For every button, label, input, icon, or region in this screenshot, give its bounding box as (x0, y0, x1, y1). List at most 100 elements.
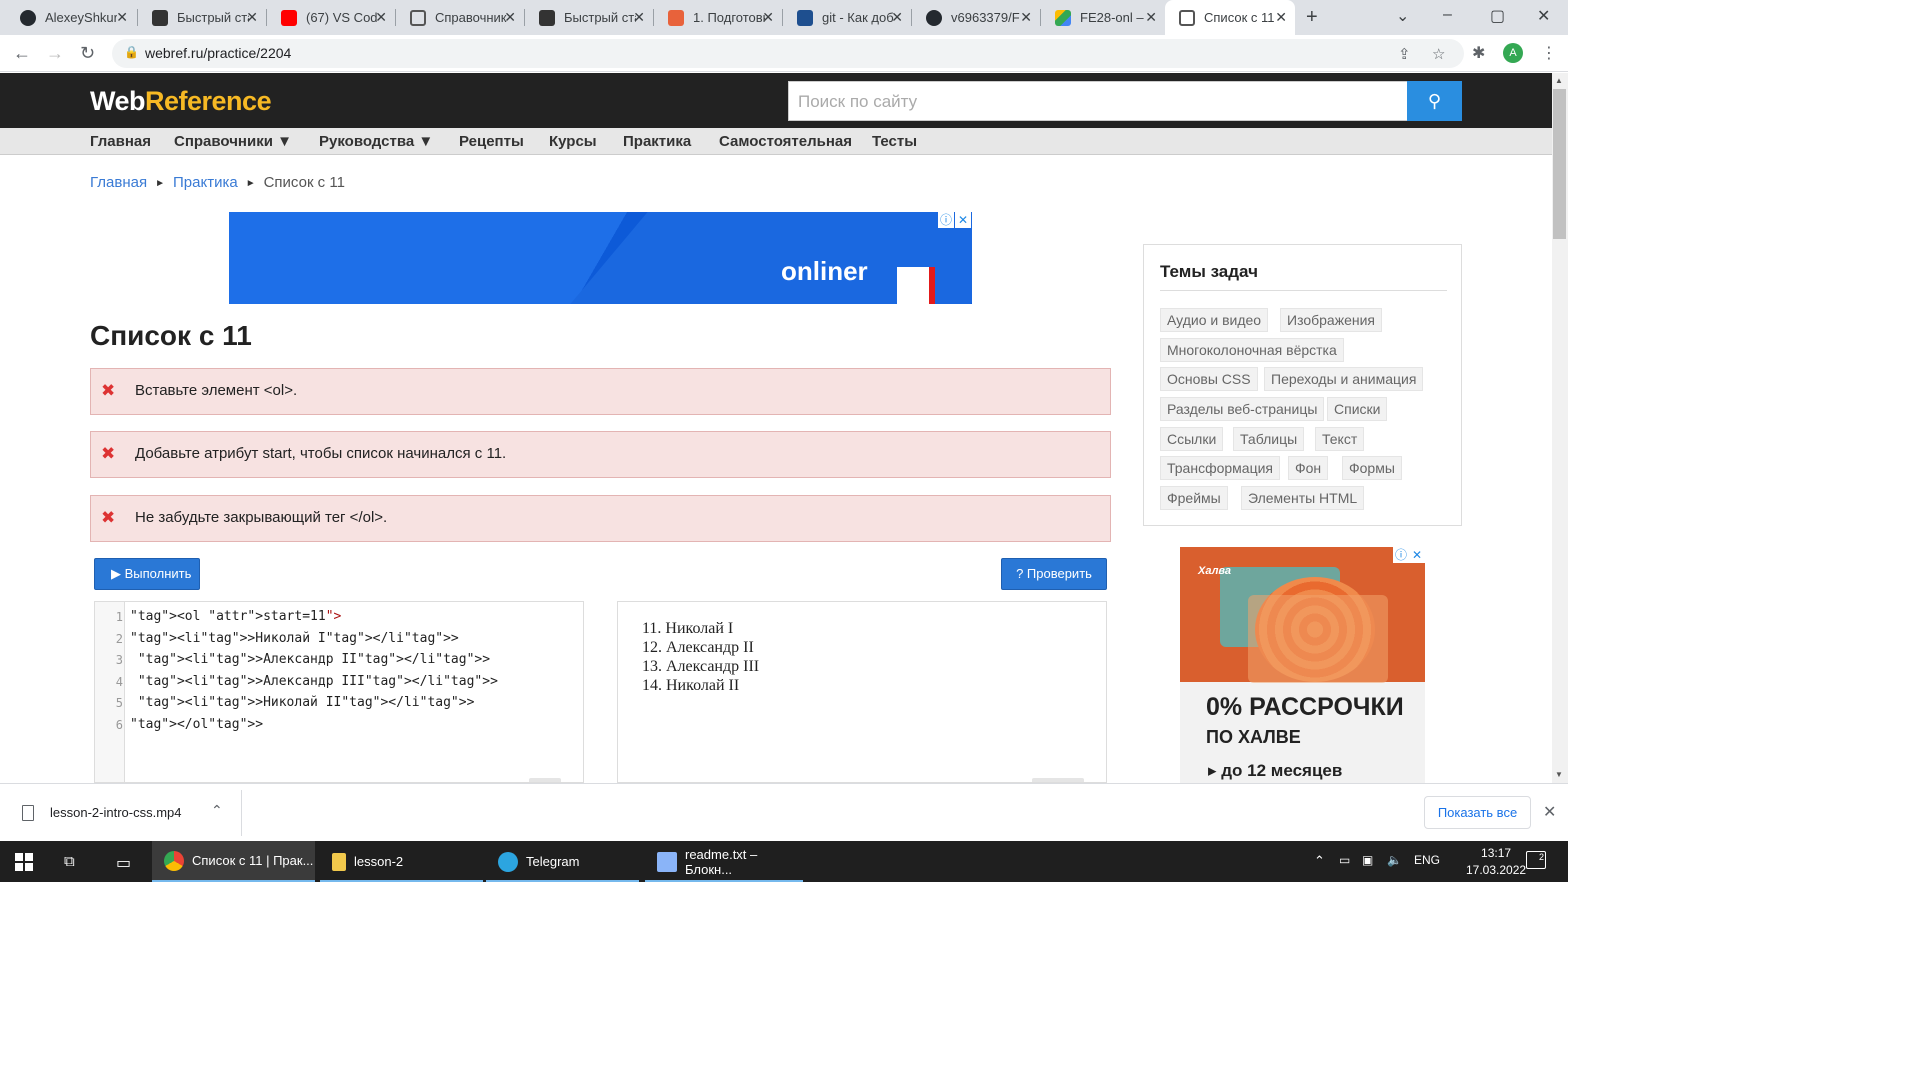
address-bar[interactable]: 🔒 webref.ru/practice/2204 ⇪ ☆ (112, 39, 1464, 68)
ad-close-icon[interactable]: ✕ (955, 212, 971, 228)
code-line[interactable]: "tag"><li"tag">>Александр III"tag"></li"… (130, 674, 498, 689)
menu-item-tests[interactable]: Тесты (872, 133, 917, 150)
taskbar-app-notepad[interactable]: readme.txt – Блокн... (645, 841, 803, 882)
menu-item-references[interactable]: Справочники ▼ (174, 133, 292, 150)
close-tab-icon[interactable]: ✕ (1275, 9, 1287, 26)
close-tab-icon[interactable]: ✕ (633, 9, 645, 26)
code-line[interactable]: "tag"><li"tag">>Николай II"tag"></li"tag… (130, 695, 475, 710)
close-tab-icon[interactable]: ✕ (504, 9, 516, 26)
topic-chip[interactable]: Основы CSS (1160, 367, 1258, 391)
chevron-up-icon[interactable]: ⌃ (1314, 853, 1325, 869)
topic-chip[interactable]: Текст (1315, 427, 1365, 451)
profile-avatar[interactable]: A (1503, 43, 1523, 63)
scroll-up-arrow-icon[interactable]: ▲ (1555, 76, 1563, 85)
close-window-button[interactable]: ✕ (1537, 6, 1550, 26)
browser-tab[interactable]: git - Как добавить✕ (783, 0, 911, 35)
topic-chip[interactable]: Формы (1342, 456, 1402, 480)
tab-search-icon[interactable]: ⌄ (1396, 6, 1409, 26)
clock[interactable]: 13:17 17.03.2022 (1466, 845, 1526, 879)
menu-item-practice[interactable]: Практика (623, 133, 691, 150)
back-icon[interactable]: ← (13, 43, 31, 64)
browser-tab[interactable]: v6963379/F ✕ (912, 0, 1040, 35)
scrollbar-thumb[interactable] (1553, 89, 1566, 239)
breadcrumb-home[interactable]: Главная (90, 174, 147, 191)
menu-item-home[interactable]: Главная (90, 133, 151, 150)
network-icon[interactable]: ▣ (1362, 853, 1373, 867)
menu-item-guides[interactable]: Руководства ▼ (319, 133, 433, 150)
close-tab-icon[interactable]: ✕ (1020, 9, 1032, 26)
topic-chip[interactable]: Ссылки (1160, 427, 1224, 451)
share-icon[interactable]: ⇪ (1398, 45, 1411, 63)
browser-tab[interactable]: Быстрый старт✕ (525, 0, 653, 35)
taskbar-app-telegram[interactable]: Telegram (486, 841, 639, 882)
browser-tab[interactable]: Быстрый старт✕ (138, 0, 266, 35)
browser-tab[interactable]: 1. Подготовка✕ (654, 0, 782, 35)
close-tab-icon[interactable]: ✕ (375, 9, 387, 26)
chevron-up-icon[interactable]: ⌃ (211, 802, 223, 819)
code-line[interactable]: "tag"><li"tag">>Николай I"tag"></li"tag"… (130, 631, 459, 646)
topic-chip[interactable]: Изображения (1280, 308, 1382, 332)
topic-chip[interactable]: Таблицы (1233, 427, 1305, 451)
taskbar-app-chrome[interactable]: Список с 11 | Прак... (152, 841, 315, 882)
ad-banner-side[interactable]: Халва 0% РАССРОЧКИ ПО ХАЛВЕ ▸ до 12 меся… (1180, 547, 1425, 783)
maximize-button[interactable]: ▢ (1490, 6, 1505, 26)
browser-tab[interactable]: (67) VS Code ✕ (267, 0, 395, 35)
ad-banner-top[interactable]: onliner ⓘ ✕ (229, 212, 972, 304)
menu-item-independent[interactable]: Самостоятельная (719, 133, 852, 150)
bookmark-star-icon[interactable]: ☆ (1432, 45, 1445, 63)
topic-chip[interactable]: Многоколоночная вёрстка (1160, 338, 1344, 362)
volume-icon[interactable]: 🔈 (1387, 853, 1402, 867)
ad-info-icon[interactable]: ⓘ (938, 212, 954, 228)
battery-icon[interactable]: ▭ (1339, 853, 1350, 867)
close-tab-icon[interactable]: ✕ (1145, 9, 1157, 26)
menu-kebab-icon[interactable]: ⋮ (1541, 43, 1557, 63)
browser-tab[interactable]: Справочник ✕ (396, 0, 524, 35)
notification-center-icon[interactable]: 2 (1526, 851, 1546, 869)
language-indicator[interactable]: ENG (1414, 853, 1440, 867)
code-line[interactable]: "tag"><ol "attr">start=11"> (130, 609, 341, 624)
menu-item-recipes[interactable]: Рецепты (459, 133, 524, 150)
site-logo[interactable]: WebReference (90, 86, 272, 117)
reload-icon[interactable]: ↻ (80, 43, 95, 64)
topic-chip[interactable]: Разделы веб-страницы (1160, 397, 1325, 421)
topic-chip[interactable]: Аудио и видео (1160, 308, 1269, 332)
code-line[interactable]: "tag"><li"tag">>Александр II"tag"></li"t… (130, 652, 490, 667)
site-search-input[interactable]: Поиск по сайту (788, 81, 1408, 121)
url-text[interactable]: webref.ru/practice/2204 (145, 45, 291, 61)
browser-tab[interactable]: AlexeyShkuratov✕ (6, 0, 136, 35)
taskbar-app-explorer[interactable]: lesson-2 (320, 841, 483, 882)
code-editor[interactable]: 1 2 3 4 5 6 "tag"><ol "attr">start=11"> … (94, 601, 584, 783)
check-button[interactable]: ? Проверить (1001, 558, 1107, 590)
topic-chip[interactable]: Трансформация (1160, 456, 1280, 480)
browser-tab[interactable]: FE28-onl – ✕ (1041, 0, 1165, 35)
show-all-downloads-button[interactable]: Показать все (1424, 796, 1531, 829)
new-tab-button[interactable]: + (1306, 6, 1318, 29)
close-tab-icon[interactable]: ✕ (116, 9, 128, 26)
run-button[interactable]: ▶ Выполнить (94, 558, 200, 590)
menu-item-courses[interactable]: Курсы (549, 133, 597, 150)
close-download-bar-icon[interactable]: ✕ (1543, 802, 1556, 822)
breadcrumb-practice[interactable]: Практика (173, 174, 238, 191)
code-line[interactable]: "tag"></ol"tag">> (130, 717, 263, 732)
minimize-button[interactable]: – (1443, 6, 1452, 24)
close-tab-icon[interactable]: ✕ (891, 9, 903, 26)
topic-chip[interactable]: Фреймы (1160, 486, 1228, 510)
ad-info-icon[interactable]: ⓘ (1393, 547, 1409, 563)
extensions-icon[interactable]: ✱ (1472, 43, 1485, 63)
pinned-app-icon[interactable]: ▭ (116, 853, 131, 873)
topic-chip[interactable]: Списки (1327, 397, 1388, 421)
search-button[interactable]: ⚲ (1407, 81, 1462, 121)
topic-chip[interactable]: Переходы и анимация (1264, 367, 1424, 391)
topic-chip[interactable]: Элементы HTML (1241, 486, 1365, 510)
close-tab-icon[interactable]: ✕ (762, 9, 774, 26)
lock-icon[interactable]: 🔒 (124, 45, 139, 59)
forward-icon[interactable]: → (46, 43, 64, 64)
download-item[interactable]: lesson-2-intro-css.mp4 (50, 805, 182, 820)
close-tab-icon[interactable]: ✕ (246, 9, 258, 26)
topic-chip[interactable]: Фон (1288, 456, 1329, 480)
windows-start-icon[interactable] (15, 853, 33, 871)
browser-tab-active[interactable]: Список с 11 ✕ (1165, 0, 1295, 35)
task-view-icon[interactable]: ⧉ (64, 853, 75, 870)
ad-close-icon[interactable]: ✕ (1409, 547, 1425, 563)
scroll-down-arrow-icon[interactable]: ▼ (1555, 770, 1563, 779)
